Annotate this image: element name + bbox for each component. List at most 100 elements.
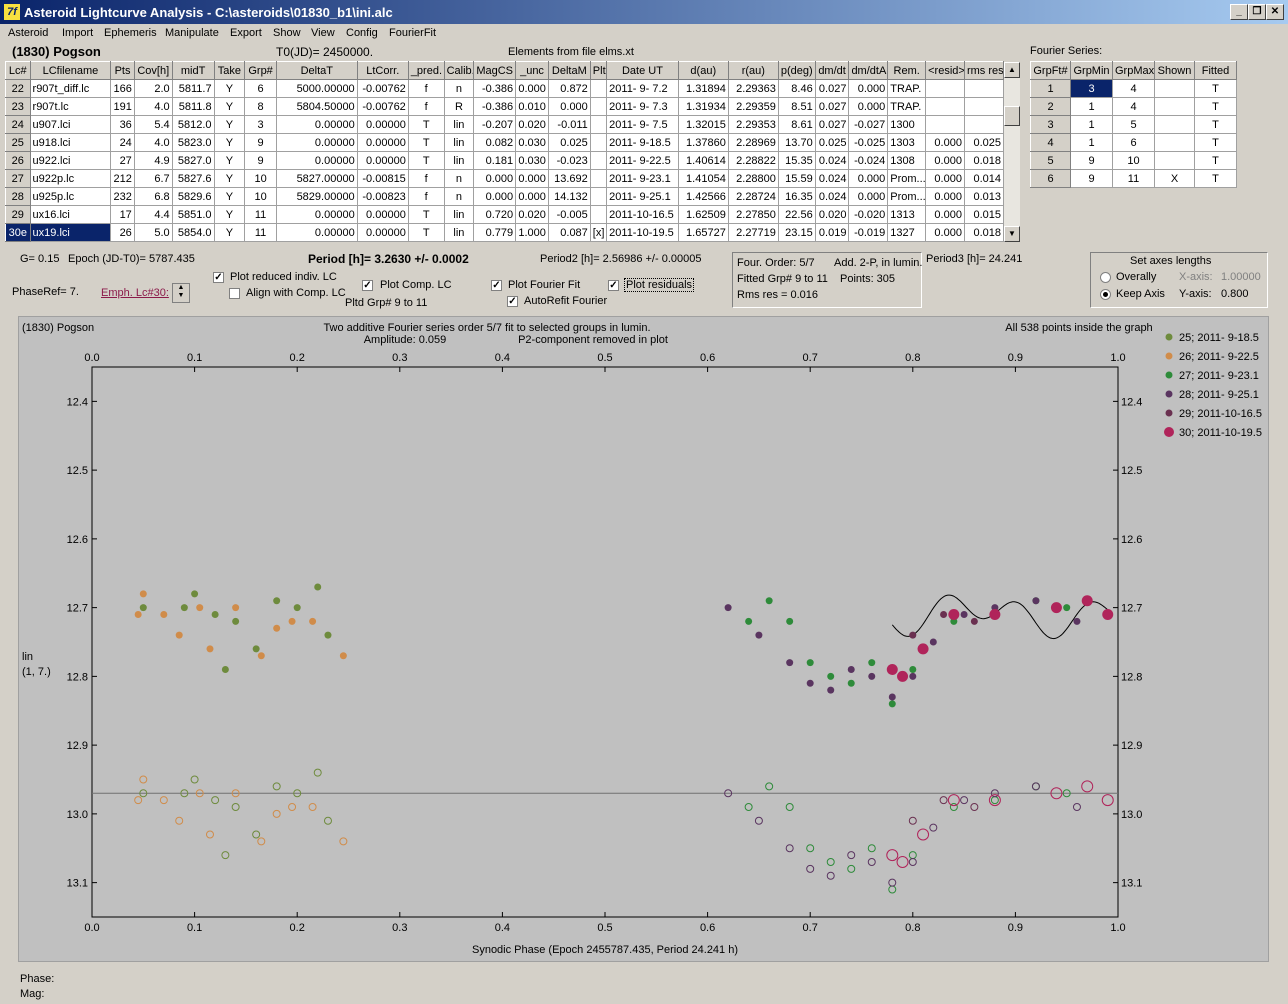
table-cell[interactable]: Y (213, 133, 246, 152)
table-cell[interactable]: 5000.00000 (275, 79, 358, 98)
close-icon[interactable]: ✕ (1266, 4, 1284, 20)
table-cell[interactable]: u907.lci (29, 115, 112, 134)
table-cell[interactable]: 15.59 (777, 169, 816, 188)
table-cell[interactable]: 22.56 (777, 205, 816, 224)
table-cell[interactable]: -0.386 (473, 79, 517, 98)
table-cell[interactable]: n (443, 169, 475, 188)
column-header[interactable]: Plt (589, 61, 608, 80)
table-cell[interactable]: 0.181 (473, 151, 517, 170)
table-cell[interactable]: 8.46 (777, 79, 816, 98)
fourier-cell[interactable]: 1 (1070, 133, 1113, 152)
table-cell[interactable]: 2.29359 (727, 97, 779, 116)
fourier-row[interactable]: 134 T (1030, 79, 1237, 98)
column-header[interactable]: Cov[h] (133, 61, 173, 80)
table-cell[interactable]: 0.015 (963, 205, 1005, 224)
table-cell[interactable] (925, 97, 965, 116)
menu-view[interactable]: View (311, 27, 335, 39)
table-cell[interactable]: 14.132 (547, 187, 591, 206)
table-cell[interactable]: lin (443, 151, 475, 170)
table-cell[interactable]: TRAP. (887, 79, 927, 98)
fourier-row[interactable]: 416 T (1030, 133, 1237, 152)
fourier-column-header[interactable]: GrpFt# (1030, 61, 1071, 80)
table-cell[interactable]: 0.020 (515, 205, 549, 224)
table-cell[interactable]: f (407, 187, 445, 206)
row-header[interactable]: 22 (5, 79, 31, 98)
table-cell[interactable]: 0.027 (814, 79, 850, 98)
fourier-cell[interactable]: 3 (1070, 79, 1113, 98)
table-cell[interactable]: 1.62509 (677, 205, 729, 224)
x-axis-value[interactable]: 1.00000 (1221, 271, 1261, 283)
table-cell[interactable]: 0.00000 (275, 205, 358, 224)
table-cell[interactable]: 1.32015 (677, 115, 729, 134)
table-cell[interactable]: 5811.8 (171, 97, 215, 116)
table-cell[interactable] (963, 97, 1005, 116)
table-cell[interactable]: 232 (110, 187, 135, 206)
table-cell[interactable]: Y (213, 115, 246, 134)
table-cell[interactable]: -0.005 (547, 205, 591, 224)
fourier-cell[interactable] (1154, 151, 1195, 170)
table-cell[interactable]: 2011- 9-23.1 (606, 169, 679, 188)
table-cell[interactable]: 2011- 9-25.1 (606, 187, 679, 206)
fourier-cell[interactable]: 1 (1070, 97, 1113, 116)
table-cell[interactable]: 0.082 (473, 133, 517, 152)
row-header[interactable]: 26 (5, 151, 31, 170)
plot-reduced-checkbox[interactable]: ✓ (213, 272, 224, 283)
fourier-cell[interactable]: 4 (1112, 79, 1155, 98)
fourier-row-header[interactable]: 6 (1030, 169, 1071, 188)
table-cell[interactable]: 0.024 (814, 187, 850, 206)
fourier-cell[interactable]: 6 (1112, 133, 1155, 152)
table-cell[interactable] (589, 115, 608, 134)
table-cell[interactable]: 0.00000 (356, 205, 409, 224)
table-cell[interactable]: Y (213, 205, 246, 224)
table-cell[interactable]: 212 (110, 169, 135, 188)
table-cell[interactable]: 13.70 (777, 133, 816, 152)
fourier-row[interactable]: 315 T (1030, 115, 1237, 134)
table-cell[interactable]: 0.024 (814, 169, 850, 188)
emph-spinner[interactable]: ▲ ▼ (172, 283, 190, 303)
table-cell[interactable]: -0.019 (848, 223, 889, 242)
table-cell[interactable]: 2011- 9-22.5 (606, 151, 679, 170)
table-cell[interactable]: 4.9 (133, 151, 173, 170)
table-cell[interactable]: 2.28822 (727, 151, 779, 170)
table-cell[interactable]: -0.027 (848, 115, 889, 134)
column-header[interactable]: Lc# (5, 61, 31, 80)
table-cell[interactable]: 10 (244, 169, 277, 188)
table-cell[interactable]: -0.011 (547, 115, 591, 134)
table-cell[interactable]: 0.027 (814, 97, 850, 116)
row-header[interactable]: 23 (5, 97, 31, 116)
fourier-cell[interactable]: 4 (1112, 97, 1155, 116)
table-cell[interactable]: 0.087 (547, 223, 591, 242)
table-cell[interactable]: 2.28969 (727, 133, 779, 152)
table-cell[interactable]: 1.41054 (677, 169, 729, 188)
keep-axis-radio[interactable] (1100, 289, 1111, 300)
table-cell[interactable]: 0.000 (925, 133, 965, 152)
table-cell[interactable]: 0.00000 (275, 223, 358, 242)
column-header[interactable]: rms res (963, 61, 1005, 80)
table-row[interactable]: 25 u918.lci 24 4.0 5823.0 Y 9 0.00000 0.00000 Tli… (5, 133, 1005, 152)
table-cell[interactable]: 15.35 (777, 151, 816, 170)
table-cell[interactable]: 10 (244, 187, 277, 206)
table-cell[interactable]: 0.000 (547, 97, 591, 116)
table-cell[interactable]: 5811.7 (171, 79, 215, 98)
fourier-cell[interactable]: T (1194, 151, 1237, 170)
table-cell[interactable]: 1327 (887, 223, 927, 242)
fourier-cell[interactable]: T (1194, 115, 1237, 134)
menu-import[interactable]: Import (62, 27, 93, 39)
table-cell[interactable]: 2.28724 (727, 187, 779, 206)
table-cell[interactable]: 0.000 (848, 79, 889, 98)
table-cell[interactable]: 0.025 (814, 133, 850, 152)
table-cell[interactable]: 0.000 (473, 187, 517, 206)
table-cell[interactable]: T (407, 205, 445, 224)
table-cell[interactable]: 0.000 (925, 151, 965, 170)
table-cell[interactable]: -0.020 (848, 205, 889, 224)
table-cell[interactable]: 5823.0 (171, 133, 215, 152)
table-cell[interactable]: 5827.00000 (275, 169, 358, 188)
table-cell[interactable]: TRAP. (887, 97, 927, 116)
table-cell[interactable]: 2011- 9- 7.2 (606, 79, 679, 98)
overally-radio[interactable] (1100, 272, 1111, 283)
table-cell[interactable]: 0.000 (925, 205, 965, 224)
menu-asteroid[interactable]: Asteroid (8, 27, 48, 39)
table-cell[interactable]: 166 (110, 79, 135, 98)
table-cell[interactable]: 0.000 (515, 79, 549, 98)
table-cell[interactable]: R (443, 97, 475, 116)
